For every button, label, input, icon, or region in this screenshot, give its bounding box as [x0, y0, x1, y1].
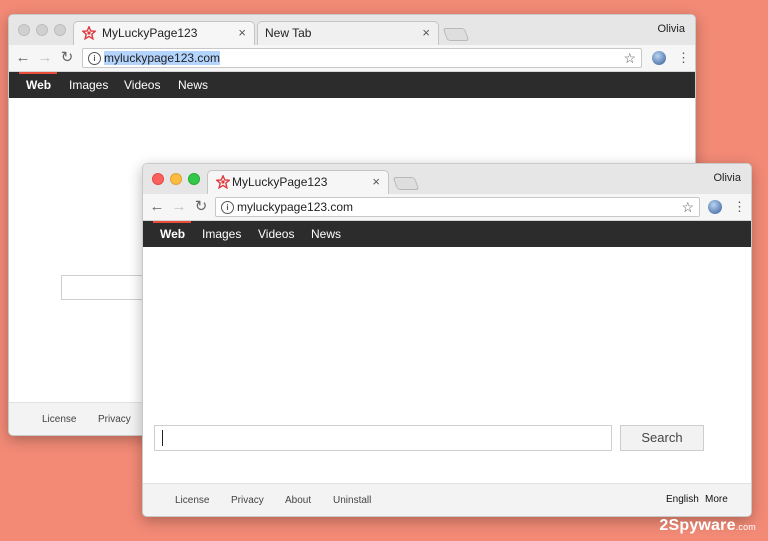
tab-title: MyLuckyPage123 [232, 175, 328, 189]
browser-toolbar: ← → ↻ i myluckypage123.com ☆ ⋮ [143, 194, 751, 221]
search-button[interactable]: Search [620, 425, 704, 451]
footer-uninstall-link[interactable]: Uninstall [333, 495, 371, 506]
nav-images[interactable]: Images [69, 78, 108, 92]
nav-news[interactable]: News [178, 78, 208, 92]
footer-license-link[interactable]: License [175, 495, 209, 506]
minimize-window-button[interactable] [36, 24, 48, 36]
minimize-window-button[interactable] [170, 173, 182, 185]
browser-toolbar: ← → ↻ i myluckypage123.com ☆ ⋮ [9, 45, 695, 72]
profile-name[interactable]: Olivia [713, 172, 741, 184]
back-arrow-icon[interactable]: ← [15, 49, 31, 67]
watermark-suffix: .com [735, 522, 756, 532]
profile-name[interactable]: Olivia [657, 23, 685, 35]
close-tab-icon[interactable]: × [372, 174, 380, 189]
globe-extension-icon[interactable] [708, 200, 722, 214]
nav-videos[interactable]: Videos [258, 227, 294, 241]
forward-arrow-icon[interactable]: → [171, 198, 187, 216]
globe-extension-icon[interactable] [652, 51, 666, 65]
site-navbar: Web Images Videos News [143, 221, 751, 247]
zoom-window-button[interactable] [188, 173, 200, 185]
star-favicon-icon [82, 26, 96, 40]
back-arrow-icon[interactable]: ← [149, 198, 165, 216]
new-tab-button[interactable] [442, 28, 470, 41]
search-input[interactable] [154, 425, 612, 451]
close-tab-icon[interactable]: × [422, 25, 430, 40]
site-navbar: Web Images Videos News [9, 72, 695, 98]
address-bar[interactable]: i myluckypage123.com ☆ [82, 48, 642, 68]
vertical-dots-menu-icon[interactable]: ⋮ [677, 49, 690, 67]
title-bar: MyLuckyPage123 × Olivia [143, 164, 751, 194]
nav-images[interactable]: Images [202, 227, 241, 241]
nav-videos[interactable]: Videos [124, 78, 160, 92]
close-window-button[interactable] [152, 173, 164, 185]
info-icon[interactable]: i [221, 201, 234, 214]
nav-web[interactable]: Web [26, 78, 51, 92]
close-tab-icon[interactable]: × [238, 25, 246, 40]
tab-title: New Tab [265, 26, 312, 40]
tab-myluckypage[interactable]: MyLuckyPage123 × [207, 170, 389, 194]
tab-title: MyLuckyPage123 [102, 26, 198, 40]
footer-license-link[interactable]: License [42, 414, 76, 425]
footer-privacy-link[interactable]: Privacy [98, 414, 131, 425]
vertical-dots-menu-icon[interactable]: ⋮ [733, 198, 746, 216]
nav-web[interactable]: Web [160, 227, 185, 241]
footer-more-link[interactable]: More [705, 494, 728, 505]
page-footer: License Privacy About Uninstall English … [143, 483, 751, 516]
active-nav-indicator [153, 221, 191, 223]
address-url[interactable]: myluckypage123.com [104, 51, 221, 65]
watermark-brand: 2Spyware [659, 517, 736, 534]
close-window-button[interactable] [18, 24, 30, 36]
address-url[interactable]: myluckypage123.com [237, 200, 353, 214]
info-icon[interactable]: i [88, 52, 101, 65]
browser-window-front: MyLuckyPage123 × Olivia ← → ↻ i myluckyp… [142, 163, 752, 517]
footer-about-link[interactable]: About [285, 495, 311, 506]
title-bar: MyLuckyPage123 × New Tab × Olivia [9, 15, 695, 45]
tab-new-tab[interactable]: New Tab × [257, 21, 439, 45]
star-favicon-icon [216, 175, 230, 189]
footer-language-link[interactable]: English [666, 494, 699, 505]
tab-myluckypage[interactable]: MyLuckyPage123 × [73, 21, 255, 45]
active-nav-indicator [19, 72, 57, 74]
nav-news[interactable]: News [311, 227, 341, 241]
forward-arrow-icon[interactable]: → [37, 49, 53, 67]
text-caret [162, 430, 163, 446]
address-bar[interactable]: i myluckypage123.com ☆ [215, 197, 700, 217]
reload-icon[interactable]: ↻ [59, 49, 75, 67]
new-tab-button[interactable] [392, 177, 420, 190]
reload-icon[interactable]: ↻ [193, 198, 209, 216]
zoom-window-button[interactable] [54, 24, 66, 36]
bookmark-star-icon[interactable]: ☆ [623, 50, 636, 67]
footer-privacy-link[interactable]: Privacy [231, 495, 264, 506]
spyware-watermark: 2Spyware.com [659, 517, 756, 535]
bookmark-star-icon[interactable]: ☆ [681, 199, 694, 216]
